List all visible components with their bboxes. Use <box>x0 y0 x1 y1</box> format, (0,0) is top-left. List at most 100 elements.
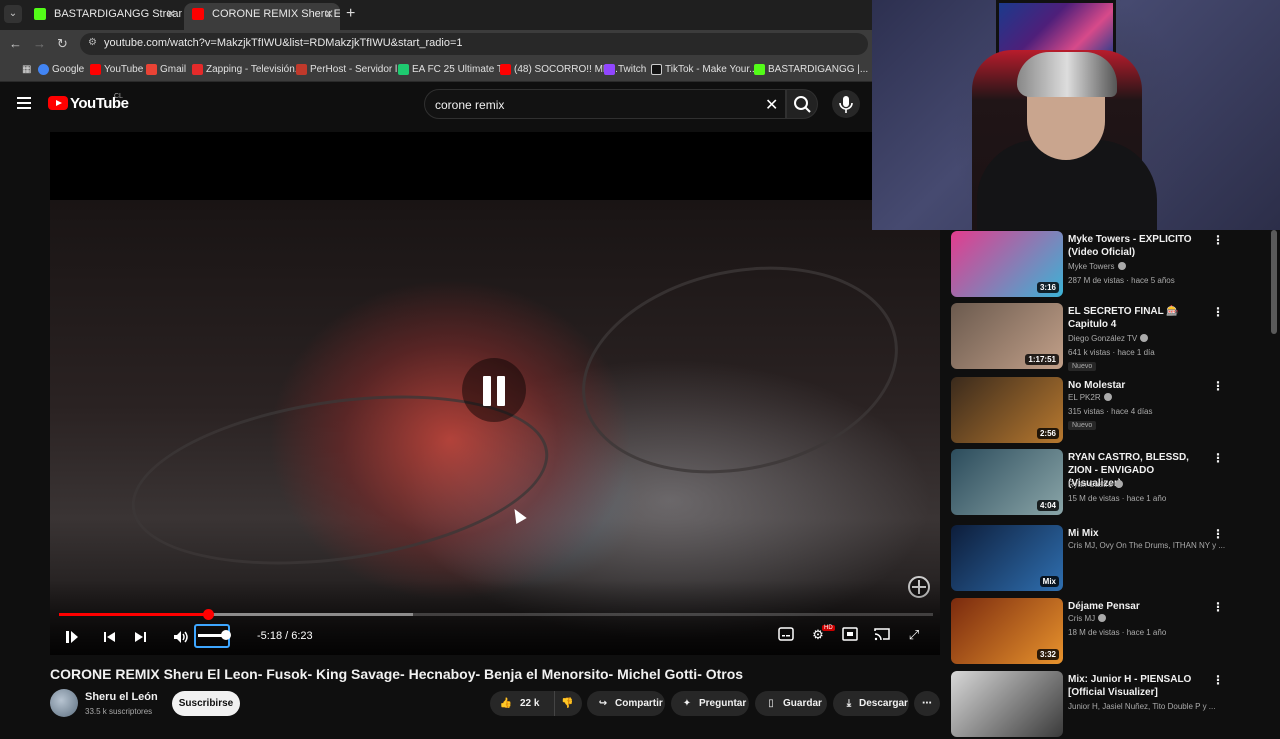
video-thumbnail[interactable]: Mix <box>951 525 1063 591</box>
recommendation-title[interactable]: Mi Mix <box>1068 527 1208 540</box>
video-letterbox <box>50 132 872 200</box>
progress-bar[interactable] <box>59 609 933 620</box>
bookmark-eafc[interactable]: EA FC 25 Ultimate T... <box>398 64 510 75</box>
bookmark-socorro[interactable]: (48) SOCORRO!! ME... <box>500 64 618 75</box>
recommendation-title[interactable]: No Molestar <box>1068 379 1208 392</box>
recommendation-item[interactable]: Mix Mi Mix Cris MJ, Ovy On The Drums, ITHA… <box>951 525 1271 593</box>
mouse-cursor-icon <box>509 505 527 525</box>
voice-search-button[interactable] <box>832 90 860 118</box>
bookmark-google[interactable]: Google <box>38 64 84 75</box>
cast-icon[interactable] <box>873 627 891 643</box>
bookmark-tiktok[interactable]: TikTok - Make Your... <box>651 64 757 75</box>
recommendation-channel[interactable]: Diego González TV <box>1068 334 1149 343</box>
channel-name[interactable]: Sheru el León <box>85 691 158 703</box>
more-vertical-icon[interactable]: ⋮ <box>1212 305 1224 319</box>
fullscreen-icon[interactable]: ⤢ <box>905 627 923 643</box>
ask-button[interactable]: ✦ Preguntar <box>671 691 749 716</box>
more-actions-button[interactable]: ⋯ <box>914 691 940 716</box>
recommendation-channel[interactable]: Cris MJ, Ovy On The Drums, ITHAN NY y ..… <box>1068 541 1225 550</box>
back-icon[interactable]: ← <box>9 36 22 51</box>
sidebar-scrollbar[interactable] <box>1271 230 1277 334</box>
bookmark-perhost[interactable]: PerHost - Servidor l... <box>296 64 406 75</box>
recommendation-channel[interactable]: Junior H, Jasiel Nuñez, Tito Double P y … <box>1068 702 1215 711</box>
recommendation-meta: 287 M de vistas · hace 5 años <box>1068 276 1175 285</box>
close-tab-icon[interactable]: ✕ <box>324 3 334 25</box>
address-bar[interactable]: ⚙ youtube.com/watch?v=MakzjkTfIWU&list=R… <box>80 33 868 55</box>
channel-avatar[interactable] <box>50 689 78 717</box>
search-input[interactable]: corone remix ✕ <box>424 89 786 119</box>
volume-knob[interactable] <box>221 630 231 640</box>
bookmark-zapping[interactable]: Zapping - Televisión... <box>192 64 303 75</box>
new-tab-button[interactable]: + <box>346 5 355 23</box>
more-vertical-icon[interactable]: ⋮ <box>1212 379 1224 393</box>
share-button[interactable]: ↪ Compartir <box>587 691 665 716</box>
recommendation-item[interactable]: 3:16 Myke Towers - EXPLICITO (Video Ofici… <box>951 231 1271 299</box>
more-vertical-icon[interactable]: ⋮ <box>1212 673 1224 687</box>
clear-search-icon[interactable]: ✕ <box>765 95 778 115</box>
url-text[interactable]: youtube.com/watch?v=MakzjkTfIWU&list=RDM… <box>104 37 463 49</box>
miniplayer-icon[interactable] <box>841 627 859 643</box>
dislike-icon[interactable]: 👎 <box>554 691 573 716</box>
like-count[interactable]: 22 k <box>520 698 539 709</box>
bookmark-youtube[interactable]: YouTube <box>90 64 143 75</box>
recommendation-channel[interactable]: Cris MJ <box>1068 614 1107 623</box>
bookmarks-bar: ▦ Google YouTube Gmail Zapping - Televis… <box>0 58 872 82</box>
recommendation-channel[interactable]: Myke Towers <box>1068 262 1126 271</box>
more-vertical-icon[interactable]: ⋮ <box>1212 451 1224 465</box>
tab-stream[interactable]: BASTARDIGANGG Stream - Wa ✕ <box>26 3 182 30</box>
menu-icon[interactable] <box>17 97 31 109</box>
webcam-overlay <box>872 0 1280 230</box>
video-thumbnail[interactable]: 3:32 <box>951 598 1063 664</box>
video-thumbnail[interactable]: 1:17:51 <box>951 303 1063 369</box>
recommendation-channel[interactable]: Ryan Castro <box>1068 480 1124 489</box>
recommendation-title[interactable]: Déjame Pensar <box>1068 600 1208 613</box>
youtube-header: YouTube CL corone remix ✕ <box>0 82 872 128</box>
more-vertical-icon[interactable]: ⋮ <box>1212 233 1224 247</box>
more-vertical-icon[interactable]: ⋮ <box>1212 600 1224 614</box>
recommendation-title[interactable]: EL SECRETO FINAL 🎰 Capitulo 4 <box>1068 305 1208 331</box>
progress-scrubber[interactable] <box>202 609 214 620</box>
next-button[interactable] <box>133 628 149 646</box>
video-thumbnail[interactable] <box>951 671 1063 737</box>
forward-icon[interactable]: → <box>33 36 46 51</box>
subscribe-button[interactable]: Suscribirse <box>172 691 240 716</box>
mute-button[interactable] <box>172 628 190 646</box>
pause-overlay-icon[interactable] <box>462 358 526 422</box>
recommendation-item[interactable]: 4:04 RYAN CASTRO, BLESSD, ZION - ENVIGADO… <box>951 449 1271 517</box>
more-vertical-icon[interactable]: ⋮ <box>1212 527 1224 541</box>
verified-icon <box>1140 334 1149 342</box>
video-player[interactable]: -5:18 / 6:23 ⚙ HD ⤢ <box>50 200 940 655</box>
like-icon[interactable]: 👍 <box>498 691 514 716</box>
reload-icon[interactable]: ↻ <box>57 36 68 52</box>
download-button[interactable]: ⤓ Descargar <box>833 691 909 716</box>
play-button[interactable] <box>64 628 80 646</box>
bookmark-bastardigangg[interactable]: BASTARDIGANGG |... <box>754 64 868 75</box>
recommendation-meta: 15 M de vistas · hace 1 año <box>1068 494 1167 503</box>
previous-button[interactable] <box>101 628 117 646</box>
subtitles-icon[interactable] <box>777 627 795 643</box>
search-query[interactable]: corone remix <box>435 98 504 112</box>
video-thumbnail[interactable]: 3:16 <box>951 231 1063 297</box>
bookmark-gmail[interactable]: Gmail <box>146 64 186 75</box>
search-button[interactable] <box>786 89 818 119</box>
recommendation-channel[interactable]: EL PK2R <box>1068 393 1112 402</box>
channel-name: Cris MJ <box>1068 614 1096 623</box>
site-info-icon[interactable]: ⚙ <box>88 37 97 48</box>
tab-youtube[interactable]: CORONE REMIX Sheru El Le ✕ <box>184 3 340 30</box>
save-button[interactable]: ▯ Guardar <box>755 691 827 716</box>
tab-search-icon[interactable]: ⌄ <box>4 5 22 23</box>
video-thumbnail[interactable]: 4:04 <box>951 449 1063 515</box>
apps-icon[interactable]: ▦ <box>8 64 31 75</box>
recommendation-title[interactable]: Myke Towers - EXPLICITO (Video Oficial) <box>1068 233 1208 259</box>
recommendation-item[interactable]: 2:56 No Molestar EL PK2R 315 vistas · hace … <box>951 377 1271 445</box>
close-tab-icon[interactable]: ✕ <box>166 3 176 25</box>
recommendation-title[interactable]: Mix: Junior H - PIENSALO [Official Visua… <box>1068 673 1208 699</box>
recommendation-item[interactable]: Mix: Junior H - PIENSALO [Official Visua… <box>951 671 1271 739</box>
share-icon: ↪ <box>598 698 608 709</box>
video-thumbnail[interactable]: 2:56 <box>951 377 1063 443</box>
zapping-icon <box>192 64 203 75</box>
bookmark-twitch[interactable]: Twitch <box>604 64 646 75</box>
youtube-logo-icon[interactable] <box>48 96 68 110</box>
recommendation-item[interactable]: 3:32 Déjame Pensar Cris MJ 18 M de vistas ·… <box>951 598 1271 666</box>
recommendation-item[interactable]: 1:17:51 EL SECRETO FINAL 🎰 Capitulo 4 Dieg… <box>951 303 1271 371</box>
